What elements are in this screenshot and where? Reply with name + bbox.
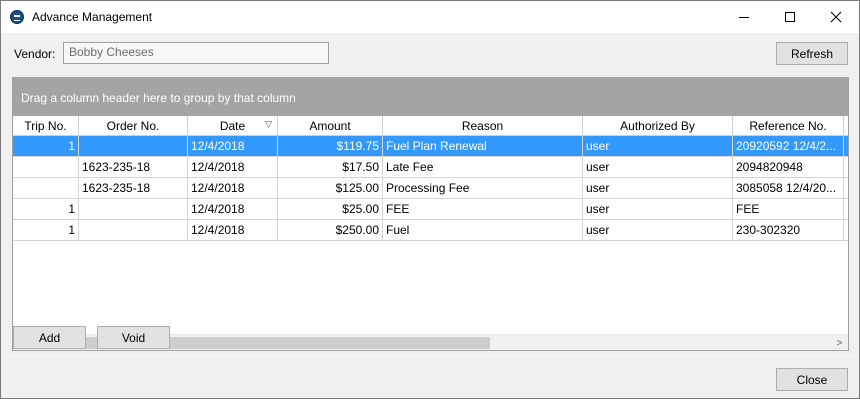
footer-panel	[1, 357, 859, 398]
refresh-button[interactable]: Refresh	[776, 42, 848, 65]
column-header-reference-no[interactable]: Reference No.	[733, 116, 844, 136]
cell-amount: $250.00	[278, 220, 383, 240]
app-logo-icon	[10, 10, 24, 24]
table-row[interactable]: 1623-235-18 12/4/2018 $17.50 Late Fee us…	[13, 157, 848, 178]
cell-date: 12/4/2018	[188, 157, 278, 177]
add-button[interactable]: Add	[13, 326, 86, 349]
group-by-hint: Drag a column header here to group by th…	[21, 91, 296, 105]
cell-m	[844, 157, 848, 177]
cell-m	[844, 220, 848, 240]
cell-order-no: 1623-235-18	[79, 178, 188, 198]
column-header-date[interactable]: Date ▽	[188, 116, 278, 136]
cell-authorized-by: user	[583, 220, 733, 240]
cell-amount: $17.50	[278, 157, 383, 177]
table-row[interactable]: 1623-235-18 12/4/2018 $125.00 Processing…	[13, 178, 848, 199]
cell-date: 12/4/2018	[188, 220, 278, 240]
cell-order-no	[79, 199, 188, 219]
cell-reason: Processing Fee	[383, 178, 583, 198]
column-header-date-label: Date	[219, 119, 246, 133]
cell-amount: $25.00	[278, 199, 383, 219]
sort-descending-icon: ▽	[265, 119, 272, 129]
table-row[interactable]: 1 12/4/2018 $250.00 Fuel user 230-302320	[13, 220, 848, 241]
cell-date: 12/4/2018	[188, 199, 278, 219]
cell-m	[844, 178, 848, 198]
scroll-right-button[interactable]: >	[831, 335, 848, 350]
cell-trip-no: 1	[13, 220, 79, 240]
vendor-field[interactable]: Bobby Cheeses	[63, 42, 329, 64]
client-area: Vendor: Bobby Cheeses Refresh Drag a col…	[1, 33, 859, 398]
cell-authorized-by: user	[583, 178, 733, 198]
column-header-authorized-by[interactable]: Authorized By	[583, 116, 733, 136]
cell-trip-no: 1	[13, 136, 79, 156]
cell-trip-no: 1	[13, 199, 79, 219]
maximize-button[interactable]	[767, 1, 813, 33]
window-title: Advance Management	[32, 10, 153, 24]
cell-trip-no	[13, 157, 79, 177]
cell-reference-no: 2094820948	[733, 157, 844, 177]
column-header-trip-no[interactable]: Trip No.	[13, 116, 79, 136]
advances-grid: Drag a column header here to group by th…	[12, 77, 849, 351]
minimize-button[interactable]	[721, 1, 767, 33]
cell-m	[844, 199, 848, 219]
column-headers: Trip No. Order No. Date ▽ Amount Reason …	[13, 116, 848, 136]
advance-management-window: Advance Management Vendor: Bobby Cheeses…	[0, 0, 860, 399]
table-row[interactable]: 1 12/4/2018 $25.00 FEE user FEE	[13, 199, 848, 220]
cell-reference-no: 3085058 12/4/20...	[733, 178, 844, 198]
cell-amount: $119.75	[278, 136, 383, 156]
cell-date: 12/4/2018	[188, 136, 278, 156]
cell-trip-no	[13, 178, 79, 198]
cell-reason: FEE	[383, 199, 583, 219]
cell-order-no	[79, 220, 188, 240]
maximize-icon	[785, 12, 795, 22]
cell-amount: $125.00	[278, 178, 383, 198]
cell-reference-no: 230-302320	[733, 220, 844, 240]
cell-authorized-by: user	[583, 199, 733, 219]
cell-date: 12/4/2018	[188, 178, 278, 198]
cell-reason: Fuel Plan Renewal	[383, 136, 583, 156]
cell-order-no: 1623-235-18	[79, 157, 188, 177]
cell-reason: Late Fee	[383, 157, 583, 177]
close-icon	[830, 11, 842, 23]
group-by-panel[interactable]: Drag a column header here to group by th…	[13, 78, 848, 116]
column-header-amount[interactable]: Amount	[278, 116, 383, 136]
column-header-m[interactable]: M	[844, 116, 848, 136]
minimize-icon	[739, 16, 749, 18]
cell-reason: Fuel	[383, 220, 583, 240]
void-button[interactable]: Void	[97, 326, 170, 349]
column-header-reason[interactable]: Reason	[383, 116, 583, 136]
column-header-order-no[interactable]: Order No.	[79, 116, 188, 136]
cell-order-no	[79, 136, 188, 156]
title-bar[interactable]: Advance Management	[1, 1, 859, 33]
cell-authorized-by: user	[583, 136, 733, 156]
cell-m	[844, 136, 848, 156]
vendor-label: Vendor:	[14, 47, 56, 61]
close-button[interactable]: Close	[776, 368, 848, 391]
cell-reference-no: 20920592 12/4/2...	[733, 136, 844, 156]
close-window-button[interactable]	[813, 1, 859, 33]
cell-reference-no: FEE	[733, 199, 844, 219]
cell-authorized-by: user	[583, 157, 733, 177]
table-row[interactable]: 1 12/4/2018 $119.75 Fuel Plan Renewal us…	[13, 136, 848, 157]
chevron-right-icon: >	[836, 337, 843, 349]
